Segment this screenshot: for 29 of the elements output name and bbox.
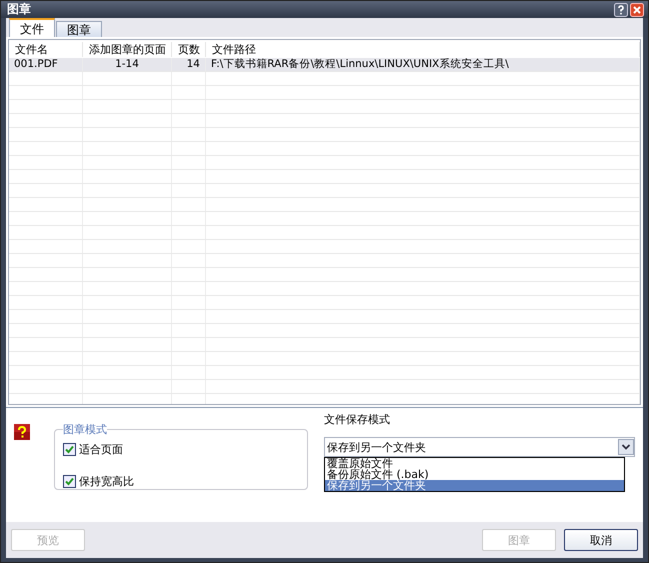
help-icon[interactable] [614, 2, 628, 16]
chevron-down-icon[interactable] [618, 439, 634, 455]
table-cell: 001.PDF [9, 58, 83, 71]
dropdown-option[interactable]: 保存到另一个文件夹 [325, 480, 624, 491]
column-header[interactable]: 文件路径 [206, 42, 640, 56]
checkbox-label: 保持宽高比 [79, 474, 134, 488]
checkbox-box[interactable] [63, 474, 76, 488]
table-cell: F:\下载书籍RAR备份\教程\Linnux\LINUX\UNIX系统安全工具\ [206, 58, 640, 71]
column-header[interactable]: 添加图章的页面 [83, 42, 172, 56]
window-title: 图章 [7, 1, 31, 18]
checkbox[interactable]: 保持宽高比 [63, 473, 299, 489]
save-mode-dropdown[interactable]: 保存到另一个文件夹 [324, 437, 635, 457]
checkbox[interactable]: 适合页面 [63, 441, 299, 457]
table-cell: 1-14 [83, 58, 172, 71]
dialog-button[interactable]: 取消 [564, 529, 638, 551]
help-icon [14, 424, 30, 440]
checkbox-box[interactable] [63, 442, 76, 456]
table-row[interactable]: 001.PDF 1-14 14 F:\下载书籍RAR备份\教程\Linnux\LINUX\UNIX系统安全工具\ [9, 58, 640, 72]
checkbox-label: 适合页面 [79, 442, 123, 456]
close-icon[interactable] [630, 2, 644, 16]
dropdown-option[interactable]: 覆盖原始文件 [325, 458, 624, 469]
group-title: 图章模式 [63, 422, 107, 437]
table-cell: 14 [172, 58, 206, 71]
tab[interactable]: 图章 [56, 21, 102, 37]
tab[interactable]: 文件 [9, 18, 55, 37]
column-header[interactable]: 页数 [172, 42, 206, 56]
field-label: 文件保存模式 [324, 412, 391, 427]
column-header[interactable]: 文件名 [9, 42, 83, 56]
dropdown-option[interactable]: 备份原始文件 (.bak) [325, 469, 624, 480]
